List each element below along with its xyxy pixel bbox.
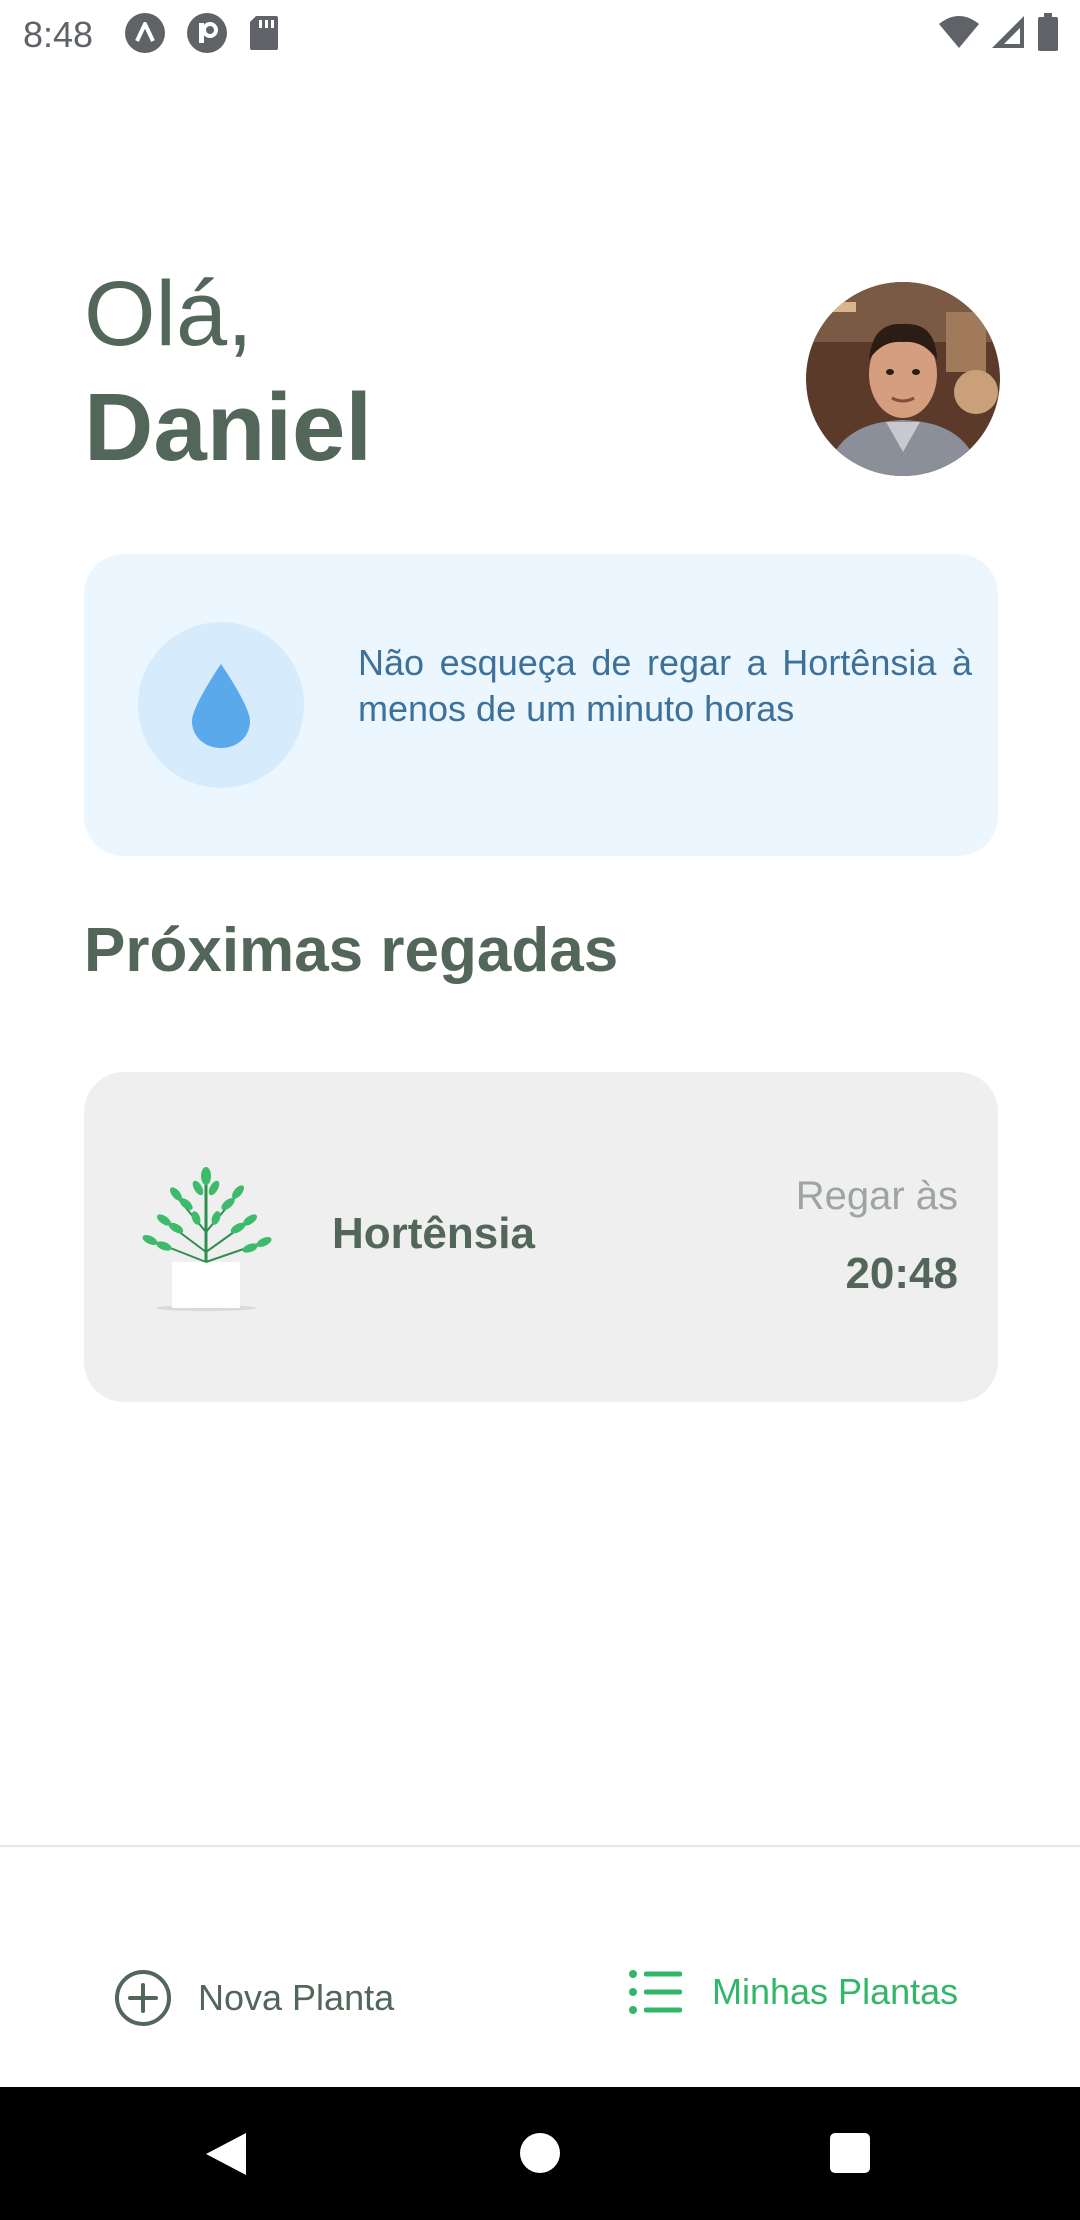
avatar[interactable] [806, 282, 1000, 476]
tab-new-plant-label: Nova Planta [198, 1977, 395, 2018]
reminder-text: Não esqueça de regar a Hortênsia à menos… [358, 642, 972, 729]
a-icon [124, 12, 166, 59]
add-circle-icon [115, 1970, 171, 2026]
tab-my-plants-label: Minhas Plantas [712, 1971, 959, 2012]
plant-card[interactable]: Hortênsia Regar às 20:48 [84, 1072, 998, 1402]
p-icon [186, 12, 228, 59]
wifi-icon [938, 14, 980, 55]
status-time: 8:48 [23, 14, 94, 55]
sd-card-icon [248, 14, 280, 57]
water-at-time: 20:48 [845, 1249, 958, 1298]
bottom-tab-bar: Nova Planta Minhas Plantas [0, 1847, 1080, 2087]
status-bar: 8:48 [0, 0, 1080, 66]
water-drop-badge [138, 622, 304, 788]
list-icon [629, 1970, 682, 2014]
plant-name: Hortênsia [332, 1209, 535, 1258]
plant-icon [142, 1167, 272, 1311]
status-system-icons [938, 12, 1060, 57]
tab-my-plants[interactable]: Minhas Plantas [628, 1969, 958, 2015]
water-at-label: Regar às [795, 1174, 958, 1218]
tab-new-plant[interactable]: Nova Planta [114, 1969, 394, 2027]
user-name: Daniel [84, 374, 373, 481]
reminder-card: Não esqueça de regar a Hortênsia à menos… [84, 554, 998, 856]
section-title: Próximas regadas [84, 916, 619, 985]
avatar-photo [806, 282, 1000, 476]
home-icon[interactable] [520, 2133, 560, 2173]
signal-icon [990, 14, 1026, 55]
battery-icon [1036, 12, 1060, 57]
system-nav-bar [0, 2087, 1080, 2220]
status-notification-icons [124, 12, 280, 59]
greeting-hello: Olá, [84, 263, 253, 365]
water-drop-icon [192, 664, 250, 748]
back-icon[interactable] [204, 2131, 248, 2177]
recents-icon[interactable] [830, 2133, 870, 2173]
